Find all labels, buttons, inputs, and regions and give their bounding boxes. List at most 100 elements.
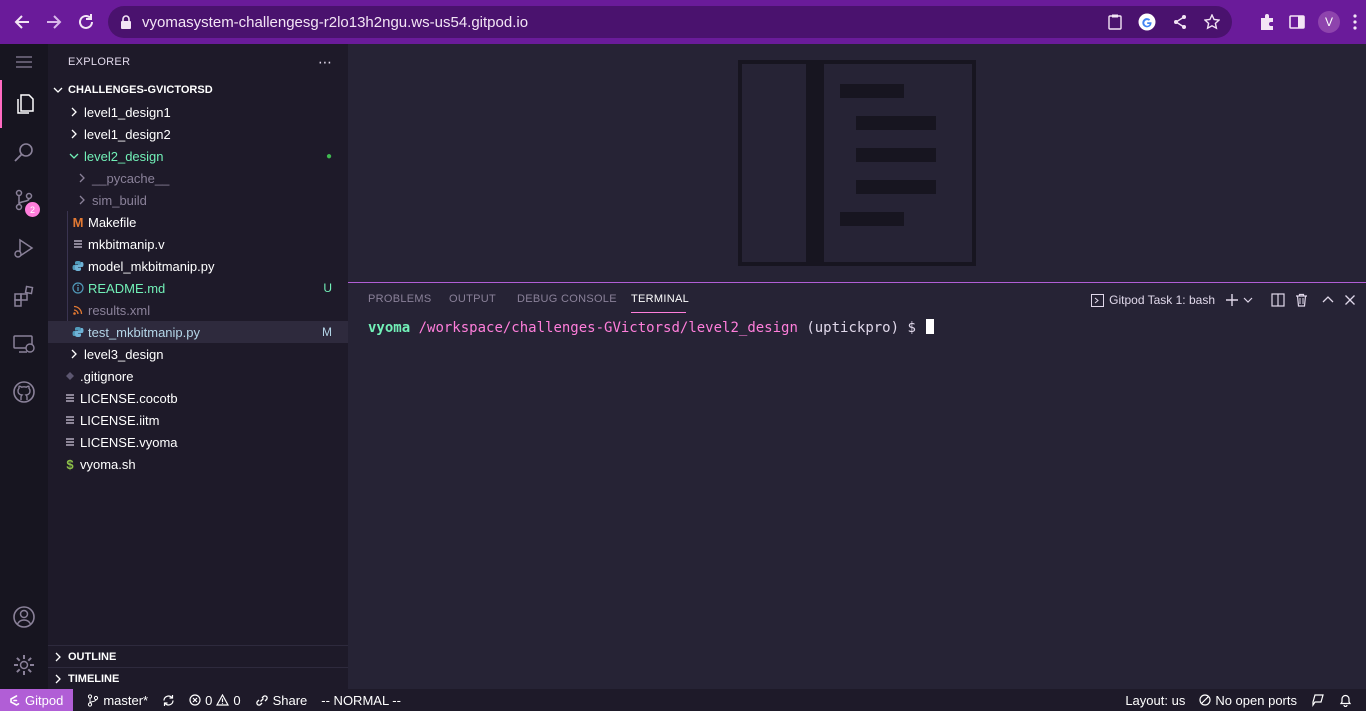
reload-button[interactable] — [70, 6, 102, 38]
trash-icon[interactable] — [1295, 293, 1308, 307]
google-icon[interactable] — [1138, 13, 1156, 31]
split-terminal-icon[interactable] — [1271, 293, 1285, 307]
git-branch-indicator[interactable]: master* — [87, 693, 148, 708]
activity-explorer[interactable] — [0, 80, 48, 128]
status-bar: Gitpod master* 0 0 Share -- NORMAL -- La… — [0, 689, 1366, 711]
bottom-panel: PROBLEMS OUTPUT DEBUG CONSOLE TERMINAL G… — [348, 283, 1366, 689]
tree-item-label: level1_design2 — [84, 126, 171, 142]
tree-folder-level2-design[interactable]: level2_design ● — [48, 145, 348, 167]
remote-explorer-icon — [13, 335, 35, 353]
sync-button[interactable] — [162, 694, 175, 707]
timeline-section-header[interactable]: TIMELINE — [48, 667, 348, 689]
keyboard-layout-indicator[interactable]: Layout: us — [1125, 693, 1185, 708]
vim-mode-label: -- NORMAL -- — [321, 692, 401, 708]
tree-item-label: LICENSE.iitm — [80, 412, 160, 428]
tree-file-readme[interactable]: README.md U — [48, 277, 348, 299]
prompt-user: vyoma — [368, 320, 411, 336]
menu-button[interactable] — [0, 44, 48, 80]
address-bar[interactable]: vyomasystem-challengesg-r2lo13h2ngu.ws-u… — [108, 6, 1232, 38]
git-modified-badge: M — [322, 325, 332, 339]
activity-remote-explorer[interactable] — [0, 320, 48, 368]
terminal-icon — [1091, 293, 1105, 307]
outline-section-header[interactable]: OUTLINE — [48, 645, 348, 667]
new-terminal-plus-icon[interactable] — [1225, 293, 1239, 307]
activity-github[interactable] — [0, 368, 48, 416]
back-button[interactable] — [6, 6, 38, 38]
ports-indicator[interactable]: No open ports — [1199, 693, 1297, 708]
reload-icon — [79, 14, 93, 29]
side-panel-icon[interactable] — [1288, 13, 1306, 31]
close-icon[interactable] — [1344, 294, 1356, 306]
profile-avatar[interactable]: V — [1318, 11, 1340, 33]
chevron-right-icon — [71, 349, 77, 359]
outline-label: OUTLINE — [68, 650, 117, 663]
activity-manage[interactable] — [0, 641, 48, 689]
activity-extensions[interactable] — [0, 272, 48, 320]
gitpod-remote-indicator[interactable]: Gitpod — [0, 689, 74, 711]
terminal-prompt-line[interactable]: vyoma /workspace/challenges-GVictorsd/le… — [368, 319, 935, 336]
clipboard-icon[interactable] — [1108, 14, 1122, 30]
activity-accounts[interactable] — [0, 593, 48, 641]
forward-button[interactable] — [38, 6, 70, 38]
tree-file-results-xml[interactable]: results.xml — [48, 299, 348, 321]
tree-file-mkbitmanip-v[interactable]: mkbitmanip.v — [48, 233, 348, 255]
tree-file-license-iitm[interactable]: LICENSE.iitm — [48, 409, 348, 431]
extensions-icon — [14, 285, 34, 307]
terminal-name: Gitpod Task 1: bash — [1109, 293, 1215, 307]
prompt-symbol: $ — [907, 320, 916, 336]
terminal-selector[interactable]: Gitpod Task 1: bash — [1091, 293, 1215, 307]
chevron-right-icon — [71, 107, 77, 117]
warning-icon — [216, 694, 230, 706]
tree-file-vyoma-sh[interactable]: $ vyoma.sh — [48, 453, 348, 475]
tree-file-test-mkbitmanip-py[interactable]: test_mkbitmanip.py M — [48, 321, 348, 343]
tree-item-label: LICENSE.cocotb — [80, 390, 178, 406]
share-icon[interactable] — [1172, 14, 1188, 30]
explorer-more-actions[interactable]: ⋯ — [318, 54, 332, 71]
tree-folder-level3-design[interactable]: level3_design — [48, 343, 348, 365]
maximize-panel-icon[interactable] — [1322, 294, 1334, 306]
tab-output[interactable]: OUTPUT — [449, 293, 496, 305]
arrow-left-icon — [14, 15, 29, 29]
git-file-icon — [66, 372, 74, 380]
share-button[interactable]: Share — [255, 693, 307, 708]
problems-indicator[interactable]: 0 0 — [189, 693, 241, 708]
explorer-sidebar: EXPLORER ⋯ CHALLENGES-GVICTORSD level1_d… — [48, 44, 348, 689]
timeline-label: TIMELINE — [68, 672, 120, 685]
tab-debug-console[interactable]: DEBUG CONSOLE — [517, 293, 617, 305]
notifications-button[interactable] — [1339, 693, 1352, 707]
tree-item-label: vyoma.sh — [80, 456, 136, 472]
feedback-button[interactable] — [1311, 693, 1325, 707]
chevron-down-icon[interactable] — [1243, 295, 1253, 305]
tree-item-label: test_mkbitmanip.py — [88, 324, 200, 340]
tree-file-makefile[interactable]: M Makefile — [48, 211, 348, 233]
tree-folder-level1-design1[interactable]: level1_design1 — [48, 101, 348, 123]
feedback-icon — [1312, 694, 1324, 707]
browser-menu-icon[interactable] — [1352, 13, 1358, 31]
tree-item-label: sim_build — [92, 192, 147, 208]
tree-file-license-cocotb[interactable]: LICENSE.cocotb — [48, 387, 348, 409]
tree-folder-pycache[interactable]: __pycache__ — [48, 167, 348, 189]
vim-mode-indicator: -- NORMAL -- — [321, 693, 401, 708]
editor-area — [348, 44, 1366, 282]
tree-folder-sim-build[interactable]: sim_build — [48, 189, 348, 211]
tree-file-model-mkbitmanip-py[interactable]: model_mkbitmanip.py — [48, 255, 348, 277]
star-icon[interactable] — [1204, 14, 1220, 30]
gitpod-icon — [10, 694, 20, 706]
makefile-icon: M — [72, 214, 84, 230]
tree-item-label: Makefile — [88, 214, 137, 230]
tree-file-gitignore[interactable]: .gitignore — [48, 365, 348, 387]
workspace-root-header[interactable]: CHALLENGES-GVICTORSD — [48, 79, 348, 101]
url-text: vyomasystem-challengesg-r2lo13h2ngu.ws-u… — [142, 13, 529, 31]
activity-source-control[interactable]: 2 — [0, 176, 48, 224]
tab-problems[interactable]: PROBLEMS — [368, 293, 432, 305]
tree-file-license-vyoma[interactable]: LICENSE.vyoma — [48, 431, 348, 453]
activity-search[interactable] — [0, 128, 48, 176]
activity-run-debug[interactable] — [0, 224, 48, 272]
tree-item-label: __pycache__ — [92, 170, 170, 186]
tab-terminal[interactable]: TERMINAL — [631, 293, 689, 305]
tree-folder-level1-design2[interactable]: level1_design2 — [48, 123, 348, 145]
tree-item-label: level2_design — [84, 148, 164, 164]
python-file-icon — [72, 327, 84, 337]
python-file-icon — [72, 261, 84, 271]
extensions-puzzle-icon[interactable] — [1258, 13, 1276, 31]
